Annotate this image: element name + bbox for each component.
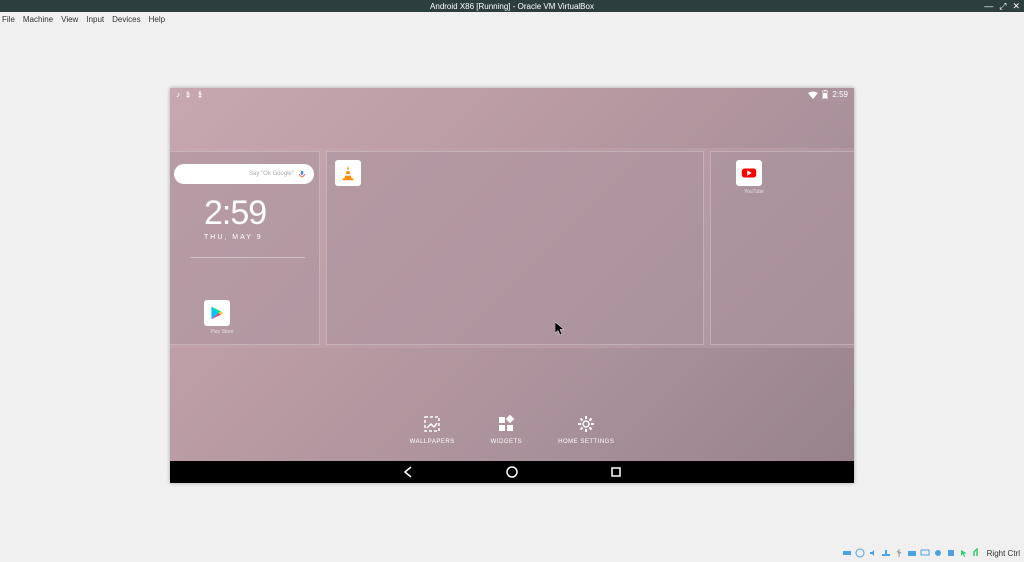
home-pages-overview: Say "Ok Google" 2:59 THU, MAY 9 [170, 148, 854, 348]
vbox-title-bar: Android X86 [Running] - Oracle VM Virtua… [0, 0, 1024, 12]
search-placeholder: Say "Ok Google" [249, 171, 294, 177]
mic-icon[interactable] [298, 170, 306, 178]
google-search-bar[interactable]: Say "Ok Google" [174, 164, 314, 184]
settings-icon [575, 413, 597, 435]
sb-shared-folder-icon[interactable] [907, 548, 917, 558]
app-play-store[interactable]: Play Store [204, 300, 240, 335]
maximize-button[interactable]: ⤢ [999, 1, 1006, 12]
vbox-menu-bar: File Machine View Input Devices Help [0, 12, 1024, 26]
sb-audio-icon[interactable] [868, 548, 878, 558]
sb-hdd-icon[interactable] [842, 548, 852, 558]
app-youtube[interactable]: YouTube [736, 160, 772, 195]
menu-file[interactable]: File [2, 15, 15, 24]
vm-display-area: ♪ 2:59 [0, 26, 1024, 544]
usb-icon-2 [196, 91, 204, 99]
close-button[interactable]: ✕ [1012, 1, 1020, 12]
minimize-button[interactable]: — [984, 1, 993, 12]
vbox-status-bar: Right Ctrl [0, 544, 1024, 562]
home-page-right[interactable]: YouTube [710, 151, 854, 345]
action-wallpapers[interactable]: WALLPAPERS [410, 413, 455, 445]
nav-back[interactable] [401, 465, 415, 479]
android-status-bar[interactable]: ♪ 2:59 [170, 88, 854, 102]
sb-optical-icon[interactable] [855, 548, 865, 558]
vlc-icon [335, 160, 361, 186]
action-widgets[interactable]: WIDGETS [491, 413, 523, 445]
app-vlc[interactable] [335, 160, 371, 189]
menu-input[interactable]: Input [86, 15, 104, 24]
launcher-actions: WALLPAPERS WIDGETS HOME SETTINGS [170, 413, 854, 445]
status-time: 2:59 [832, 90, 848, 99]
android-nav-bar [170, 461, 854, 483]
sb-recording-icon[interactable] [933, 548, 943, 558]
nav-recent[interactable] [609, 465, 623, 479]
window-title: Android X86 [Running] - Oracle VM Virtua… [430, 2, 594, 11]
menu-help[interactable]: Help [149, 15, 165, 24]
youtube-icon [736, 160, 762, 186]
action-home-settings[interactable]: HOME SETTINGS [558, 413, 614, 445]
home-settings-label: HOME SETTINGS [558, 439, 614, 445]
wifi-icon [808, 91, 818, 99]
wallpapers-icon [421, 413, 443, 435]
widgets-icon [495, 413, 517, 435]
nav-home[interactable] [505, 465, 519, 479]
menu-machine[interactable]: Machine [23, 15, 53, 24]
menu-devices[interactable]: Devices [112, 15, 140, 24]
sb-keyboard-icon[interactable] [972, 548, 982, 558]
clock-time: 2:59 [204, 196, 267, 230]
menu-view[interactable]: View [61, 15, 78, 24]
youtube-label: YouTube [736, 189, 772, 195]
window-controls: — ⤢ ✕ [984, 1, 1020, 12]
sb-mouse-integration-icon[interactable] [959, 548, 969, 558]
play-store-label: Play Store [204, 329, 240, 335]
widgets-label: WIDGETS [491, 439, 523, 445]
music-icon: ♪ [176, 90, 180, 99]
sb-usb-icon[interactable] [894, 548, 904, 558]
play-store-icon [204, 300, 230, 326]
divider [190, 257, 305, 258]
clock-widget[interactable]: 2:59 THU, MAY 9 [204, 196, 267, 241]
guest-screen[interactable]: ♪ 2:59 [170, 88, 854, 483]
sb-cpu-icon[interactable] [946, 548, 956, 558]
clock-date: THU, MAY 9 [204, 234, 267, 241]
wallpapers-label: WALLPAPERS [410, 439, 455, 445]
battery-icon [822, 90, 828, 99]
host-key-label: Right Ctrl [987, 549, 1020, 558]
home-page-left[interactable]: Say "Ok Google" 2:59 THU, MAY 9 [170, 151, 320, 345]
usb-icon [184, 91, 192, 99]
mouse-cursor [555, 322, 565, 336]
home-page-center[interactable] [326, 151, 704, 345]
android-home[interactable]: ♪ 2:59 [170, 88, 854, 461]
sb-network-icon[interactable] [881, 548, 891, 558]
sb-display-icon[interactable] [920, 548, 930, 558]
